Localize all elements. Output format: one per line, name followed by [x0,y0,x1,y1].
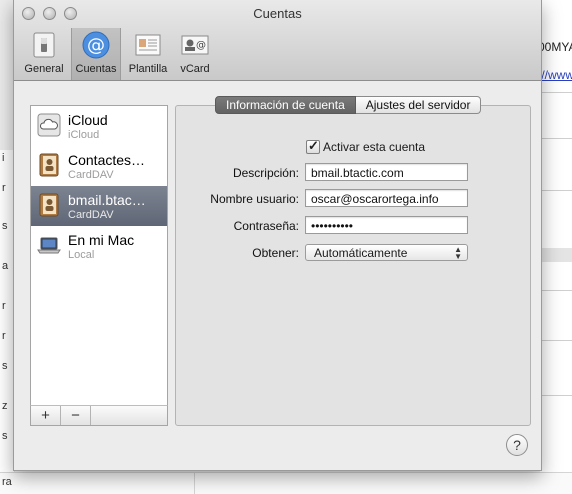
account-type: iCloud [68,129,100,141]
background-divider [540,290,572,291]
background-text: i [2,152,5,164]
template-icon [135,34,161,56]
add-account-button[interactable]: + [31,406,61,425]
account-tabs: Información de cuenta Ajustes del servid… [215,96,482,114]
updown-arrows-icon: ▲ ▼ [454,245,462,261]
background-band [540,248,572,262]
svg-text:@: @ [87,35,105,56]
username-field[interactable]: oscar@oscarortega.info [305,189,468,207]
account-type: CardDAV [68,169,114,181]
checkmark-icon: ✓ [308,138,319,153]
remove-account-button[interactable]: − [61,406,91,425]
password-field[interactable]: •••••••••• [305,216,468,234]
background-divider [194,473,195,494]
background-text: a [2,260,9,272]
account-type: CardDAV [68,209,114,221]
password-label: Contraseña: [233,219,299,233]
background-text: s [2,360,8,372]
address-book-icon [39,193,59,217]
background-text: r [2,300,6,312]
enable-account-checkbox[interactable]: ✓ [306,138,320,154]
account-item-bmail[interactable]: bmail.btac… CardDAV [31,186,167,226]
background-text: r [2,182,6,194]
fetch-select-value: Automáticamente [314,246,408,260]
cloud-icon [37,113,61,137]
background-divider [540,138,572,139]
tab-server-settings[interactable]: Ajustes del servidor [355,96,482,114]
address-book-icon [39,153,59,177]
account-name: iCloud [68,112,108,128]
account-item-icloud[interactable]: iCloud iCloud [31,106,167,146]
preferences-window: Cuentas General @ Cuentas Plantilla @ vC… [13,0,542,471]
toolbar-cuentas[interactable]: @ Cuentas [71,28,121,80]
background-text: r [2,330,6,342]
at-icon: @ [82,31,110,59]
laptop-icon [37,237,61,254]
tab-account-info[interactable]: Información de cuenta [215,96,356,114]
background-text: ra [2,476,12,488]
background-statusbar: ra [0,472,572,494]
background-text: s [2,220,8,232]
username-label: Nombre usuario: [210,192,299,206]
window-title: Cuentas [253,6,302,21]
vcard-icon: @ [181,35,209,55]
toolbar-label: vCard [180,63,210,75]
help-button[interactable]: ? [506,434,528,456]
svg-text:@: @ [196,40,206,51]
fetch-select[interactable]: Automáticamente ▲ ▼ [305,244,468,261]
toolbar-label: Cuentas [75,63,117,75]
toolbar-plantilla[interactable]: Plantilla [125,30,171,78]
accounts-list: iCloud iCloud Contactes… CardDAV bmail.b… [30,105,168,407]
description-label: Descripción: [232,166,299,180]
account-type: Local [68,249,95,261]
toolbar-general[interactable]: General [21,30,67,78]
background-text: 00MYA [538,40,572,54]
toolbar-label: Plantilla [128,63,168,75]
background-text: z [2,400,8,412]
toolbar-label: General [24,63,64,75]
account-item-local[interactable]: En mi Mac Local [31,226,167,266]
accounts-list-footer: + − [30,405,168,426]
background-text: s [2,430,8,442]
background-link: ://www [538,68,572,82]
background-divider [540,395,572,396]
background-divider [540,340,572,341]
description-field[interactable]: bmail.btactic.com [305,163,468,181]
enable-account-label: Activar esta cuenta [323,140,426,154]
toolbar: Cuentas General @ Cuentas Plantilla @ vC… [14,0,541,81]
toolbar-vcard[interactable]: @ vCard [174,30,216,78]
switch-icon [33,32,55,58]
background-divider [540,190,572,191]
background-divider [540,92,572,93]
fetch-label: Obtener: [252,246,299,260]
account-item-contactes[interactable]: Contactes… CardDAV [31,146,167,186]
